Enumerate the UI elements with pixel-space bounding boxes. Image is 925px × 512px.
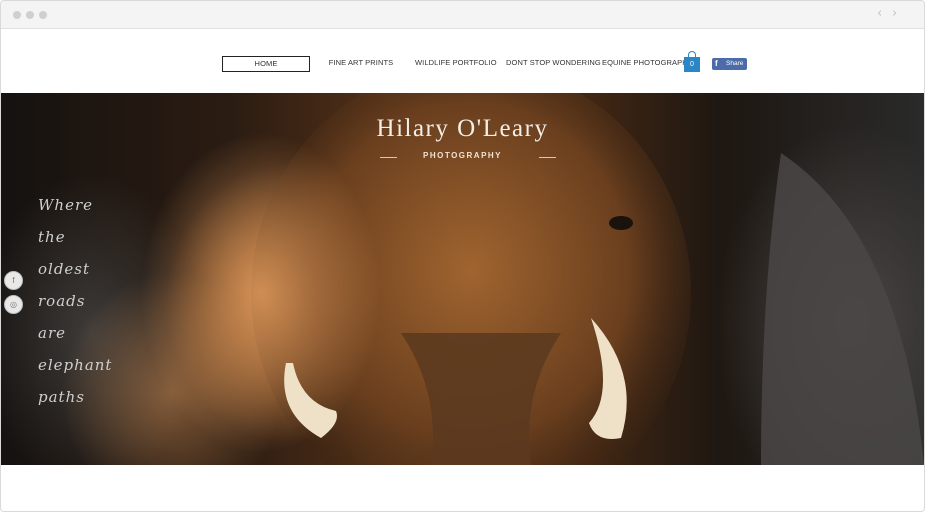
cart-button[interactable]: 0 [684,51,700,72]
facebook-icon: f [12,276,15,285]
hero-subtitle: PHOTOGRAPHY [422,151,503,160]
quote-word: oldest [38,260,91,278]
window-close-dot[interactable] [13,11,21,19]
nav-item-dont-stop-wondering[interactable]: DONT STOP WONDERING [506,56,601,70]
quote-word: Where [38,196,94,214]
elephant-ear [761,153,924,465]
nav-item-home[interactable]: HOME [222,56,310,72]
browser-chrome: ‹ › [1,1,924,29]
nav-item-equine-photography[interactable]: EQUINE PHOTOGRAPHY [602,56,693,70]
title-divider-right [539,157,556,158]
facebook-social-button[interactable]: f [4,271,23,290]
elephant-eye [609,216,633,230]
nav-item-fine-art-prints[interactable]: FINE ART PRINTS [328,56,394,70]
back-arrow-icon[interactable]: ‹ [877,6,882,21]
share-label: Share [726,60,744,67]
instagram-social-button[interactable]: ◎ [4,295,23,314]
window-maximize-dot[interactable] [39,11,47,19]
facebook-icon: f [715,59,718,68]
cart-count: 0 [684,57,700,72]
quote-word: the [38,228,66,246]
quote-word: are [38,324,66,342]
hero-title: Hilary O'Leary [376,115,549,142]
quote-word: elephant [38,356,113,374]
quote-word: paths [38,388,85,406]
forward-arrow-icon[interactable]: › [892,6,897,21]
elephant-photo [61,93,924,465]
facebook-share-button[interactable]: f Share [712,58,747,70]
instagram-icon: ◎ [10,300,17,309]
nav-item-wildlife-portfolio[interactable]: WILDLIFE PORTFOLIO [415,56,497,70]
hero-banner: Hilary O'Leary PHOTOGRAPHY Where the old… [1,93,924,465]
browser-window: ‹ › HOME FINE ART PRINTS WILDLIFE PORTFO… [0,0,925,512]
window-minimize-dot[interactable] [26,11,34,19]
quote-word: roads [38,292,86,310]
main-nav: HOME FINE ART PRINTS WILDLIFE PORTFOLIO … [1,56,924,74]
